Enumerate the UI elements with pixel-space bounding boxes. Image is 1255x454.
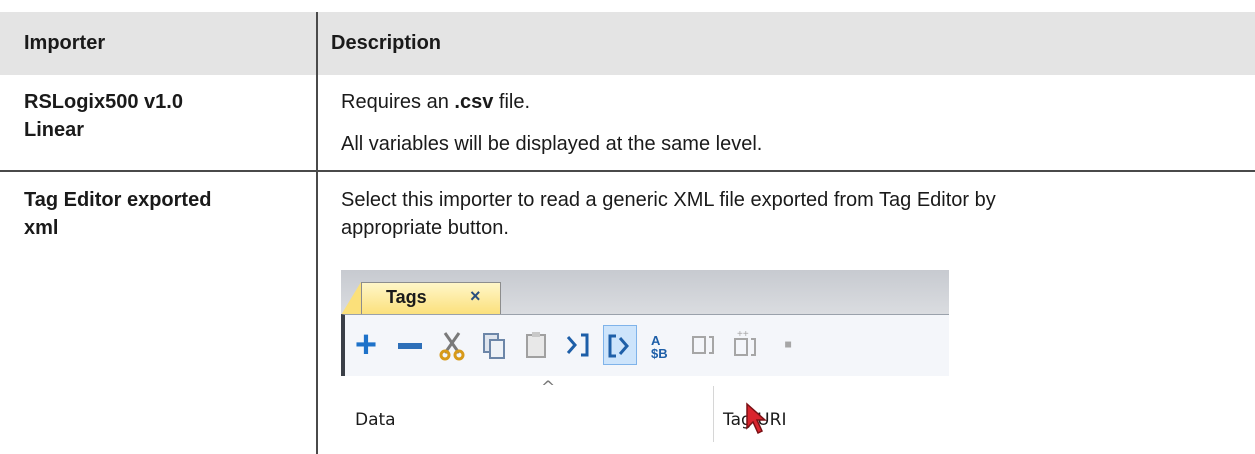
svg-text:++: ++ xyxy=(737,329,749,340)
tag-editor-screenshot: Tags × + A $B ++ ▪ Data ^ Tag URI xyxy=(341,270,949,442)
cursor-icon xyxy=(746,402,767,435)
tag-toolbar: + A $B ++ ▪ xyxy=(341,314,949,376)
copy-icon[interactable] xyxy=(477,325,511,365)
plus-icon[interactable]: + xyxy=(349,325,383,365)
grid-header: Data ^ Tag URI xyxy=(341,376,949,442)
sort-icon: ^ xyxy=(541,378,556,398)
row1-description-para2: All variables will be displayed at the s… xyxy=(341,133,763,155)
header-importer: Importer xyxy=(24,32,106,54)
row-divider xyxy=(0,170,1255,172)
minus-icon[interactable] xyxy=(393,325,427,365)
row1-description: Requires an .csv file. xyxy=(341,91,531,113)
paste-icon[interactable] xyxy=(519,325,553,365)
add-child-icon[interactable]: ++ xyxy=(729,325,763,365)
cut-icon[interactable] xyxy=(435,325,469,365)
close-icon[interactable]: × xyxy=(470,286,481,307)
export-icon[interactable] xyxy=(603,325,637,365)
tab-tags-label: Tags xyxy=(386,287,427,307)
column-data[interactable]: Data xyxy=(355,410,396,430)
row2-description: Select this importer to read a generic X… xyxy=(341,189,996,239)
insert-icon[interactable] xyxy=(687,325,721,365)
header-description: Description xyxy=(331,32,442,54)
column-divider xyxy=(316,12,318,454)
import-icon[interactable] xyxy=(561,325,595,365)
more-icon[interactable]: ▪ xyxy=(771,325,805,365)
row2-importer: Tag Editor exported xml xyxy=(24,189,212,239)
tab-tags[interactable]: Tags × xyxy=(361,282,501,315)
table-header: Importer Description xyxy=(0,12,1255,75)
column-separator xyxy=(713,386,714,442)
svg-text:$B: $B xyxy=(651,346,668,361)
rename-icon[interactable]: A $B xyxy=(645,325,679,365)
row1-importer: RSLogix500 v1.0 Linear xyxy=(24,91,183,141)
